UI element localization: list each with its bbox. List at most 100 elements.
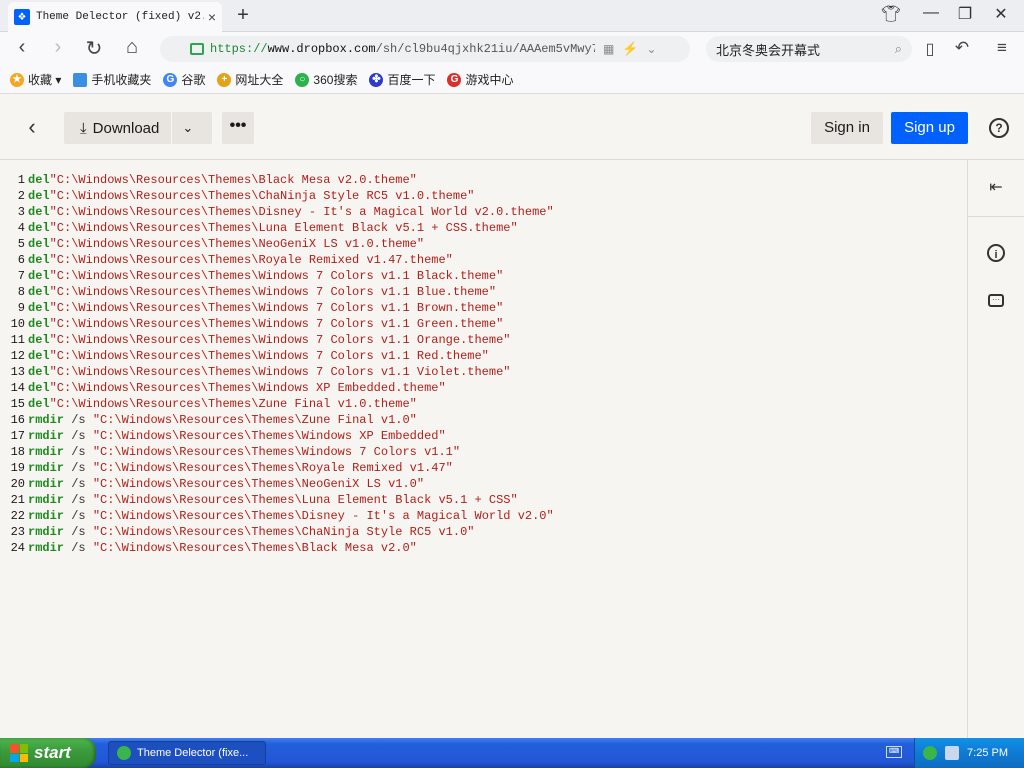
bookmark-360[interactable]: ○ 360搜索	[295, 71, 357, 88]
sign-up-button[interactable]: Sign up	[891, 112, 968, 144]
bookmark-mobile[interactable]: 手机收藏夹	[73, 71, 151, 88]
code-keyword: del	[28, 253, 50, 267]
code-line: 19 rmdir /s "C:\Windows\Resources\Themes\…	[0, 460, 967, 476]
code-string: "C:\Windows\Resources\Themes\Windows 7 C…	[49, 317, 504, 331]
new-tab-button[interactable]: +	[232, 4, 254, 27]
code-string: "C:\Windows\Resources\Themes\Zune Final …	[49, 397, 417, 411]
lock-icon	[190, 43, 204, 55]
code-string: "C:\Windows\Resources\Themes\Windows 7 C…	[49, 301, 504, 315]
expand-sidebar-icon[interactable]: ⇤	[985, 177, 1007, 199]
reload-icon[interactable]: ↻	[82, 36, 106, 61]
code-argument: /s	[64, 445, 93, 459]
comment-icon[interactable]: ···	[988, 294, 1004, 307]
tray-network-icon[interactable]	[945, 746, 959, 760]
code-string: "C:\Windows\Resources\Themes\NeoGeniX LS…	[92, 477, 425, 491]
search-icon[interactable]: ⌕	[895, 41, 902, 57]
menu-icon[interactable]: ≡	[990, 38, 1014, 58]
code-string: "C:\Windows\Resources\Themes\Windows 7 C…	[49, 349, 489, 363]
taskbar-window-label: Theme Delector (fixe...	[137, 747, 249, 759]
search-input[interactable]: 北京冬奥会开幕式 ⌕	[706, 36, 912, 62]
code-keyword: rmdir	[28, 525, 65, 539]
back-button-icon[interactable]: ‹	[22, 114, 42, 140]
code-line: 1 del "C:\Windows\Resources\Themes\Black …	[0, 172, 967, 188]
search-text: 北京冬奥会开幕式	[716, 42, 821, 58]
shirt-icon[interactable]: 👕︎	[876, 4, 906, 24]
code-keyword: del	[28, 333, 50, 347]
bookmark-favorites[interactable]: ★ 收藏 ▾	[10, 71, 61, 88]
bookmark-games[interactable]: G 游戏中心	[447, 71, 513, 88]
bookmark-sites[interactable]: + 网址大全	[217, 71, 283, 88]
bookmark-baidu[interactable]: ✤ 百度一下	[369, 71, 435, 88]
code-string: "C:\Windows\Resources\Themes\Windows 7 C…	[49, 333, 511, 347]
code-string: "C:\Windows\Resources\Themes\Luna Elemen…	[92, 493, 518, 507]
restore-icon[interactable]: ❐	[950, 4, 980, 24]
code-line: 12 del "C:\Windows\Resources\Themes\Windo…	[0, 348, 967, 364]
line-number: 17	[10, 429, 25, 443]
code-line: 16 rmdir /s "C:\Windows\Resources\Themes\…	[0, 412, 967, 428]
browser-tab[interactable]: ❖ Theme Delector (fixed) v2.0. ×	[8, 2, 222, 32]
code-line: 4 del "C:\Windows\Resources\Themes\Luna E…	[0, 220, 967, 236]
code-line: 6 del "C:\Windows\Resources\Themes\Royale…	[0, 252, 967, 268]
forward-arrow-icon[interactable]: ›	[46, 36, 70, 59]
code-keyword: rmdir	[28, 413, 65, 427]
code-keyword: del	[28, 285, 50, 299]
code-line: 21 rmdir /s "C:\Windows\Resources\Themes\…	[0, 492, 967, 508]
code-keyword: rmdir	[28, 445, 65, 459]
reading-mode-icon[interactable]: ▯	[918, 39, 942, 59]
chevron-down-icon[interactable]: ⌄	[647, 42, 657, 56]
home-icon[interactable]: ⌂	[120, 36, 144, 59]
start-button[interactable]: start	[0, 738, 96, 768]
close-window-icon[interactable]: ✕	[986, 4, 1016, 24]
code-line: 23 rmdir /s "C:\Windows\Resources\Themes\…	[0, 524, 967, 540]
code-keyword: del	[28, 397, 50, 411]
code-keyword: del	[28, 221, 50, 235]
help-icon[interactable]: ?	[989, 118, 1009, 138]
bookmark-google[interactable]: G 谷歌	[163, 71, 205, 88]
code-string: "C:\Windows\Resources\Themes\Windows 7 C…	[49, 285, 497, 299]
tab-close-icon[interactable]: ×	[208, 9, 216, 25]
download-icon: ⤓	[80, 119, 87, 137]
code-line: 7 del "C:\Windows\Resources\Themes\Window…	[0, 268, 967, 284]
code-string: "C:\Windows\Resources\Themes\Windows 7 C…	[49, 269, 504, 283]
info-icon[interactable]: i	[987, 244, 1005, 262]
phone-icon	[73, 72, 88, 87]
code-line: 18 rmdir /s "C:\Windows\Resources\Themes\…	[0, 444, 967, 460]
code-string: "C:\Windows\Resources\Themes\Luna Elemen…	[49, 221, 518, 235]
code-argument: /s	[64, 477, 93, 491]
code-string: "C:\Windows\Resources\Themes\Windows 7 C…	[49, 365, 511, 379]
code-line: 14 del "C:\Windows\Resources\Themes\Windo…	[0, 380, 967, 396]
download-options-chevron-icon[interactable]: ⌄	[182, 120, 193, 136]
undo-icon[interactable]: ↶	[950, 38, 974, 58]
code-keyword: rmdir	[28, 541, 65, 555]
lightning-icon[interactable]: ⚡	[622, 41, 638, 57]
code-string: "C:\Windows\Resources\Themes\Black Mesa …	[92, 541, 417, 555]
line-number: 11	[10, 333, 25, 347]
code-keyword: del	[28, 349, 50, 363]
code-line: 5 del "C:\Windows\Resources\Themes\NeoGen…	[0, 236, 967, 252]
google-icon: G	[163, 72, 178, 87]
tray-browser-icon[interactable]	[923, 746, 937, 760]
back-arrow-icon[interactable]: ‹	[10, 36, 34, 59]
sign-in-button[interactable]: Sign in	[811, 112, 883, 144]
sites-icon: +	[217, 72, 232, 87]
code-keyword: del	[28, 317, 50, 331]
qr-code-icon[interactable]: ▦	[603, 42, 614, 56]
code-string: "C:\Windows\Resources\Themes\Disney - It…	[92, 509, 554, 523]
code-line: 24 rmdir /s "C:\Windows\Resources\Themes\…	[0, 540, 967, 556]
download-button[interactable]: ⤓ Download ⌄	[64, 112, 212, 144]
line-number: 2	[17, 189, 25, 203]
address-bar[interactable]: https://www.dropbox.com/sh/cl9bu4qjxhk21…	[160, 36, 690, 62]
more-options-icon[interactable]: •••	[222, 112, 254, 144]
code-keyword: del	[28, 301, 50, 315]
url-text[interactable]: https://www.dropbox.com/sh/cl9bu4qjxhk21…	[210, 42, 595, 56]
code-string: "C:\Windows\Resources\Themes\Royale Remi…	[92, 461, 453, 475]
taskbar-window-button[interactable]: Theme Delector (fixe...	[108, 741, 266, 765]
code-line: 2 del "C:\Windows\Resources\Themes\ChaNin…	[0, 188, 967, 204]
code-keyword: del	[28, 269, 50, 283]
code-viewer[interactable]: 1 del "C:\Windows\Resources\Themes\Black …	[0, 160, 967, 738]
keyboard-icon[interactable]: ⌨	[886, 746, 902, 758]
minimize-icon[interactable]: —	[916, 4, 946, 22]
tab-title: Theme Delector (fixed) v2.0.	[35, 11, 204, 23]
line-number: 21	[10, 493, 25, 507]
code-line: 13 del "C:\Windows\Resources\Themes\Windo…	[0, 364, 967, 380]
